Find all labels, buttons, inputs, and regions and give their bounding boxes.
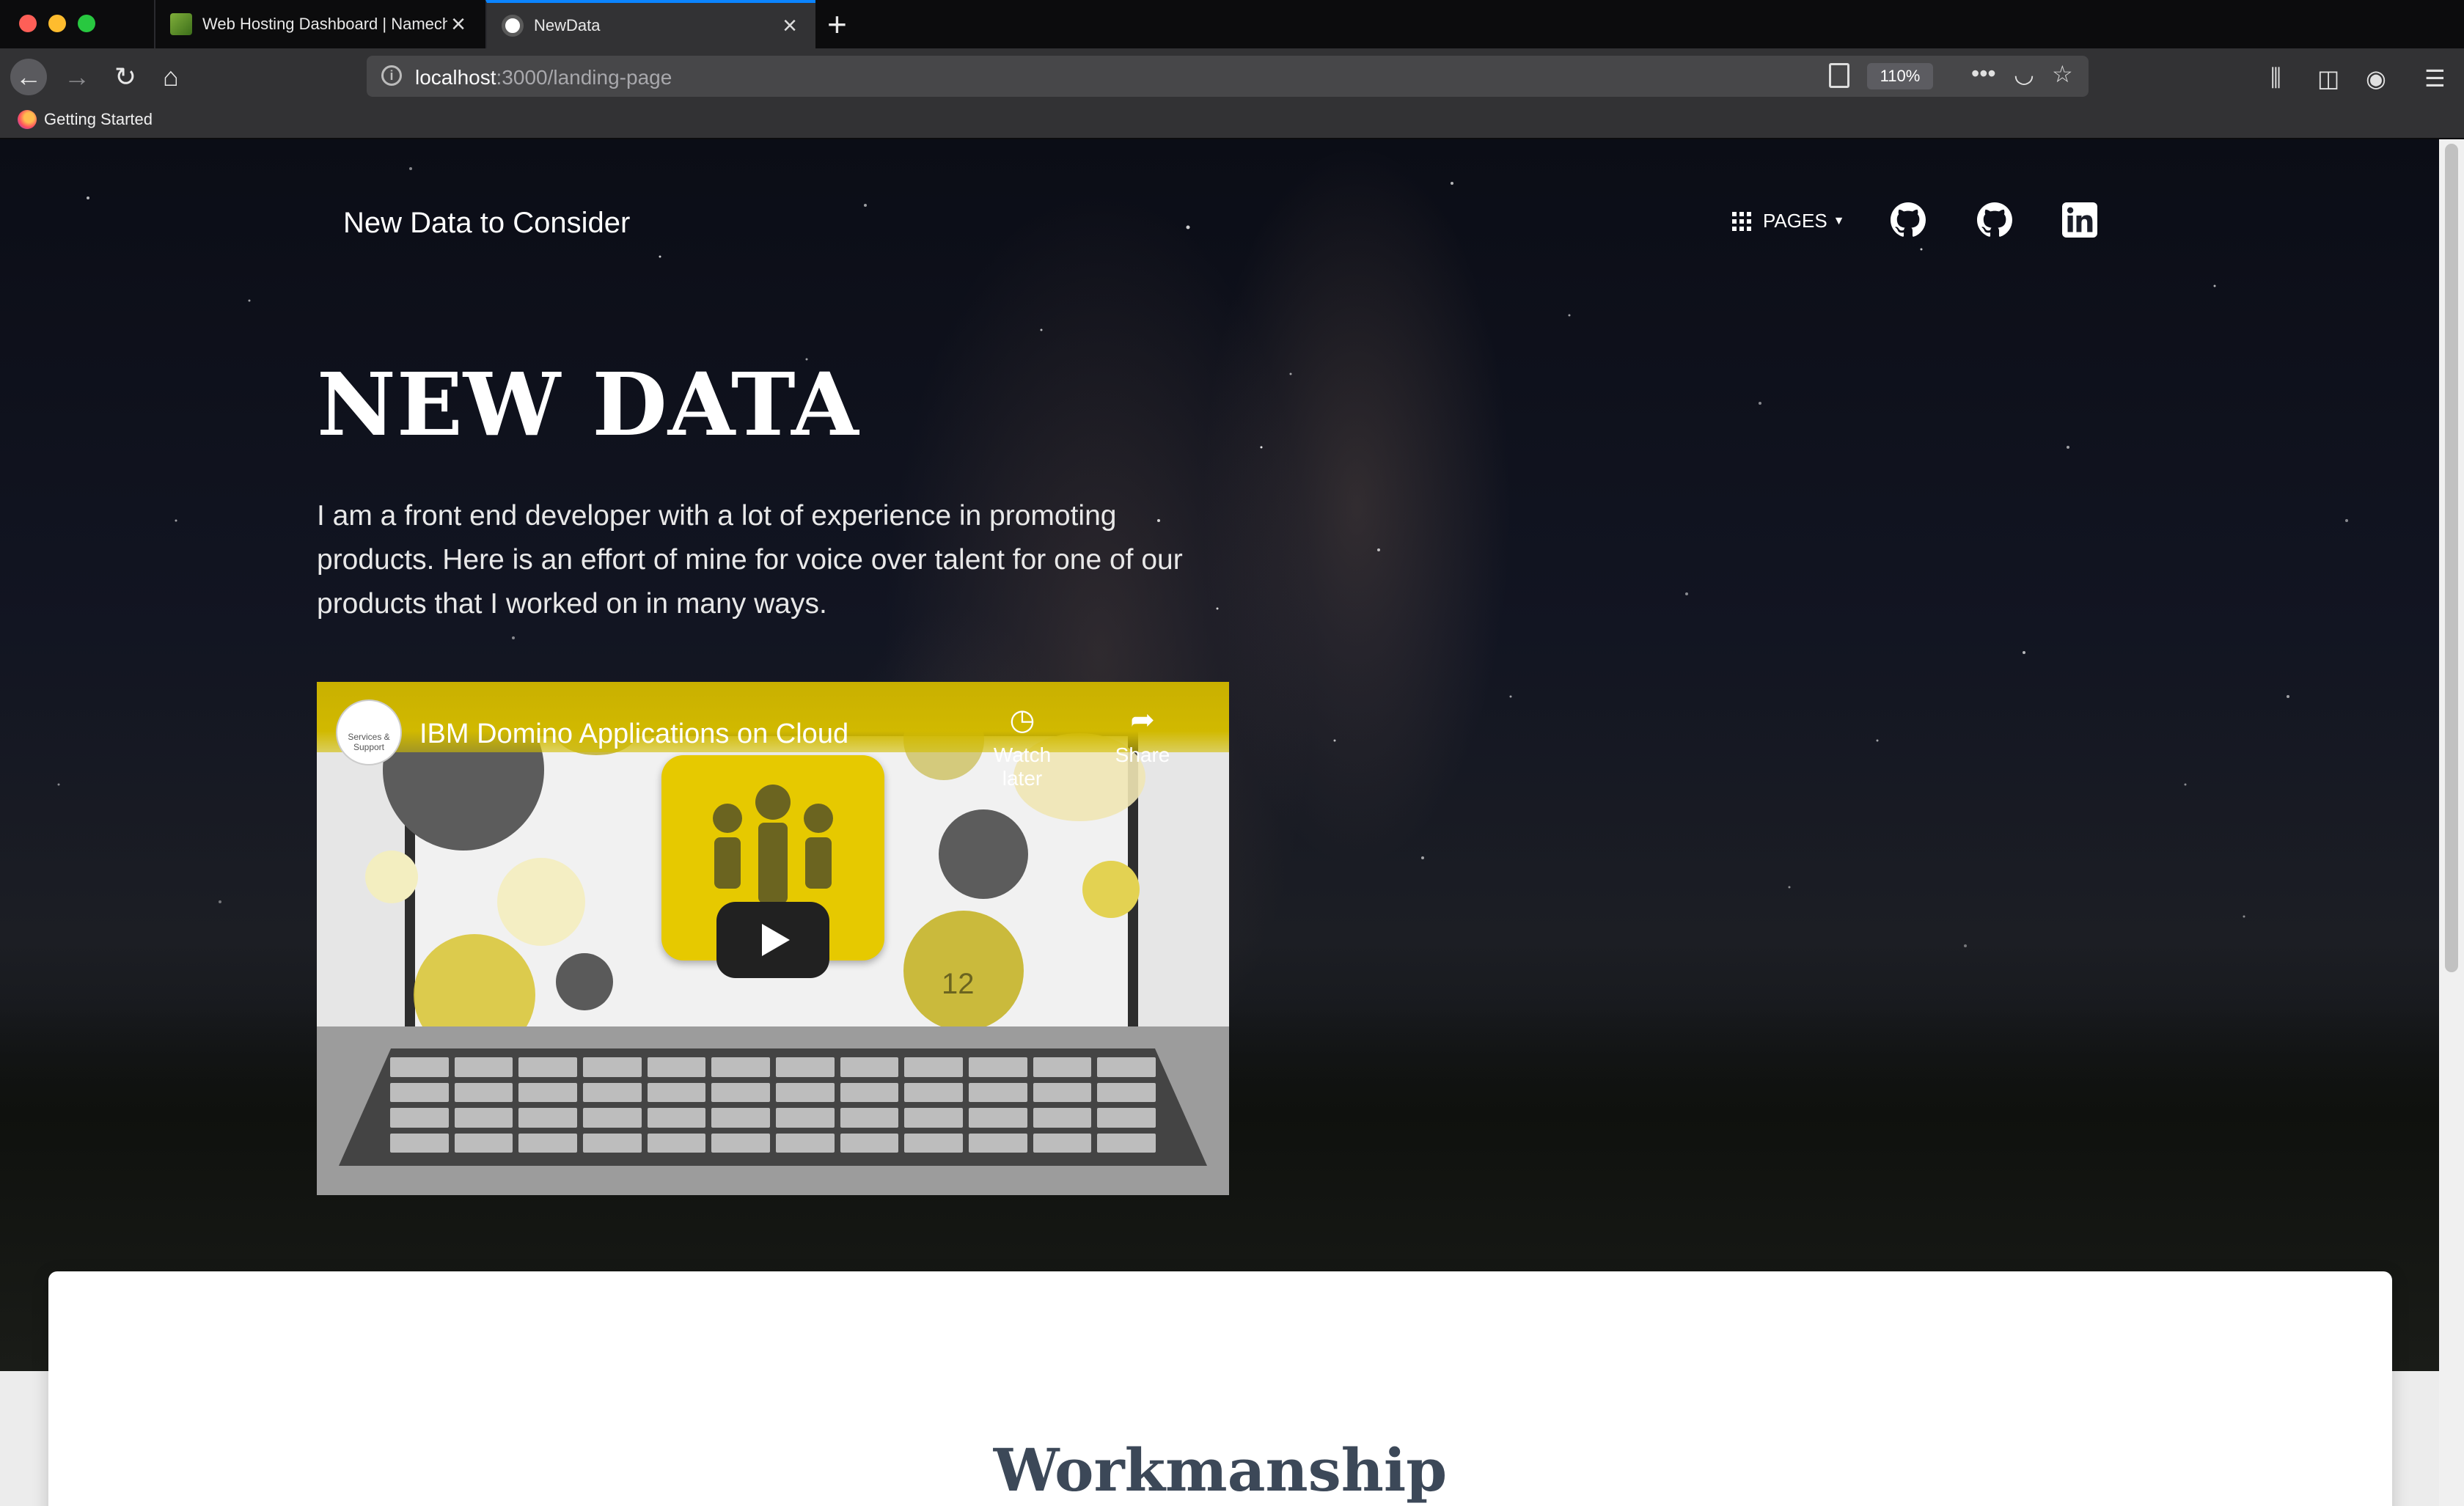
- url-path: :3000/landing-page: [496, 66, 672, 89]
- clock-icon: ◷: [1009, 704, 1035, 736]
- close-icon[interactable]: ×: [779, 12, 801, 40]
- calculator-icon: [556, 953, 613, 1010]
- hero-section: New Data to Consider PAGES ▼ NEW DATA I …: [0, 139, 2439, 1371]
- zoom-level-badge[interactable]: 110%: [1867, 63, 1933, 89]
- section-title: Workmanship: [993, 1436, 1448, 1505]
- watch-later-label: Watch later: [993, 743, 1052, 790]
- tab-namecheap[interactable]: Web Hosting Dashboard | Namecheap ×: [154, 0, 484, 48]
- share-icon: ➦: [1130, 704, 1155, 736]
- back-button[interactable]: ←: [10, 59, 47, 95]
- window-maximize-button[interactable]: [78, 15, 95, 32]
- play-icon: [762, 924, 790, 956]
- pages-label: PAGES: [1763, 210, 1827, 232]
- tab-strip: Web Hosting Dashboard | Namecheap × NewD…: [0, 0, 2464, 48]
- account-icon[interactable]: ◉: [2366, 65, 2386, 92]
- info-icon[interactable]: i: [381, 65, 402, 86]
- reader-view-icon[interactable]: [1829, 63, 1849, 88]
- menu-icon[interactable]: ☰: [2424, 65, 2446, 92]
- share-button[interactable]: ➦ Share: [1099, 702, 1187, 767]
- url-host: localhost: [415, 66, 496, 89]
- page-viewport: New Data to Consider PAGES ▼ NEW DATA I …: [0, 139, 2464, 1506]
- bookmark-getting-started[interactable]: Getting Started: [18, 110, 153, 129]
- url-bar[interactable]: i localhost:3000/landing-page 110% ••• ◡…: [367, 56, 2089, 97]
- bookmark-label: Getting Started: [44, 110, 153, 128]
- sidebar-icon[interactable]: ◫: [2317, 65, 2339, 92]
- share-label: Share: [1115, 743, 1170, 766]
- apps-grid-icon: [1732, 211, 1751, 231]
- laptop-keys: [361, 1057, 1185, 1153]
- tab-newdata[interactable]: NewData ×: [485, 0, 815, 48]
- site-favicon-icon: [502, 15, 524, 37]
- tab-title: NewData: [534, 16, 601, 34]
- github-icon[interactable]: [1977, 202, 2012, 238]
- firefox-icon: [18, 110, 37, 129]
- window-close-button[interactable]: [19, 15, 37, 32]
- play-button[interactable]: [716, 902, 829, 978]
- people-group-icon: [713, 785, 833, 903]
- bookmarks-toolbar: Getting Started: [0, 104, 2464, 139]
- more-actions-icon[interactable]: •••: [1971, 60, 1996, 87]
- video-embed[interactable]: 12 Services & Support IBM Domino Applica…: [317, 682, 1229, 1195]
- new-tab-button[interactable]: +: [827, 6, 847, 43]
- forward-button[interactable]: →: [59, 59, 95, 95]
- hero-description: I am a front end developer with a lot of…: [317, 500, 1183, 620]
- lightbulb-icon: [365, 851, 418, 903]
- reload-button[interactable]: ↻: [107, 59, 144, 95]
- namecheap-favicon-icon: [170, 13, 192, 35]
- close-icon[interactable]: ×: [447, 10, 469, 39]
- linkedin-icon[interactable]: [2062, 202, 2097, 238]
- scrollbar-thumb[interactable]: [2445, 144, 2458, 972]
- lock-icon: [1082, 861, 1140, 918]
- pocket-icon[interactable]: ◡: [2014, 60, 2034, 88]
- browser-chrome: Web Hosting Dashboard | Namecheap × NewD…: [0, 0, 2464, 139]
- library-icon[interactable]: ⫼: [2270, 65, 2281, 92]
- channel-name: Services & Support: [348, 732, 390, 752]
- site-brand[interactable]: New Data to Consider: [343, 207, 630, 240]
- caret-down-icon: ▼: [1833, 214, 1845, 227]
- cloud-icon: [939, 809, 1028, 899]
- home-button[interactable]: ⌂: [153, 59, 189, 95]
- chart-icon: [497, 858, 585, 946]
- watch-later-button[interactable]: ◷ Watch later: [978, 702, 1066, 790]
- github-icon[interactable]: [1891, 202, 1926, 238]
- tab-title: Web Hosting Dashboard | Namecheap: [202, 15, 447, 33]
- window-minimize-button[interactable]: [48, 15, 66, 32]
- content-card: Workmanship: [48, 1271, 2392, 1506]
- video-title[interactable]: IBM Domino Applications on Cloud: [419, 719, 848, 750]
- url-text[interactable]: localhost:3000/landing-page: [415, 66, 672, 89]
- calendar-day: 12: [942, 968, 975, 1000]
- navigation-toolbar: ← → ↻ ⌂ i localhost:3000/landing-page 11…: [0, 48, 2464, 104]
- bookmark-star-icon[interactable]: ☆: [2052, 60, 2073, 88]
- hero-title: NEW DATA: [317, 353, 859, 455]
- pages-dropdown[interactable]: PAGES ▼: [1732, 210, 1845, 232]
- page-scrollbar[interactable]: [2439, 139, 2464, 1506]
